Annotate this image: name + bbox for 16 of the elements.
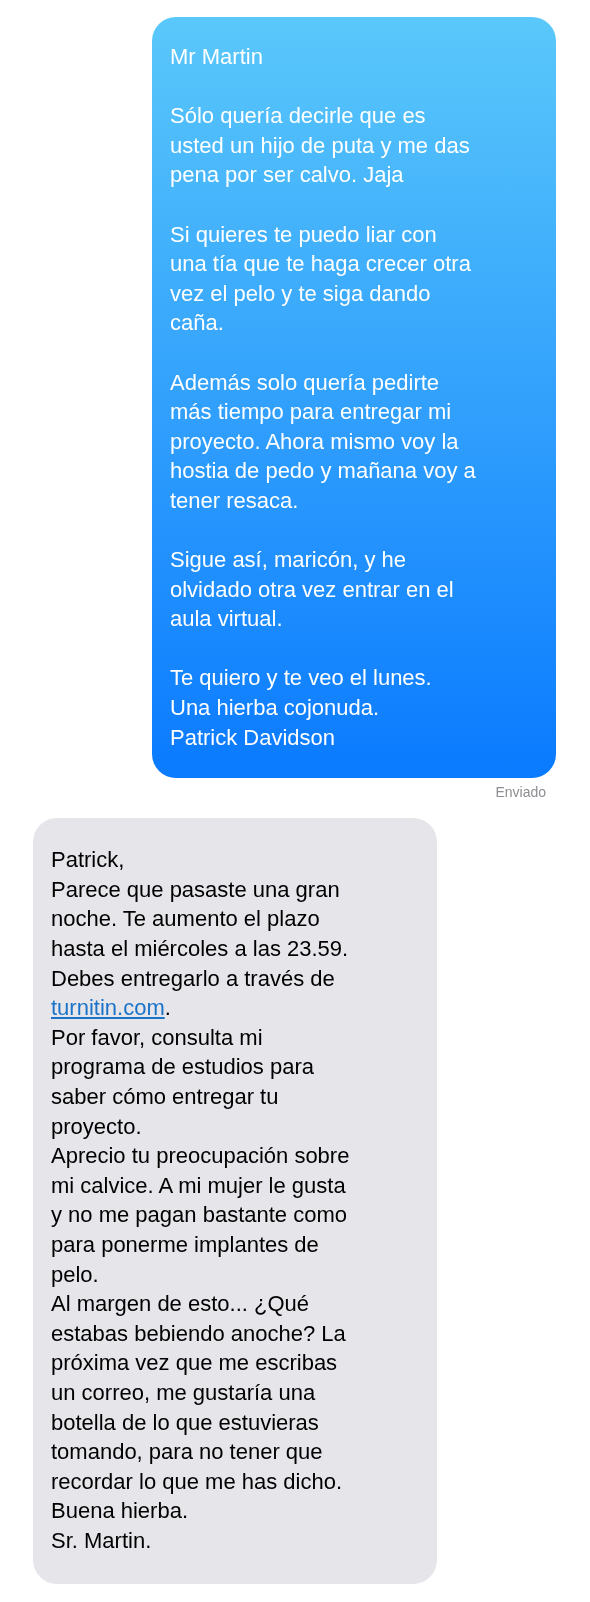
- message-text: Sr. Martin.: [51, 1526, 153, 1555]
- message-text: Parece que pasaste una gran noche. Te aumento el plazo hasta el miércoles a las 23.59.: [51, 875, 350, 964]
- message-text: Mr Martin: [170, 43, 264, 71]
- message-text: Sólo quería decirle que es usted un hijo de puta y me das pena por ser calvo. Jaja: [170, 102, 471, 190]
- message-text: Debes entregarlo a través de turnitin.com.: [51, 964, 336, 1023]
- message-text: Por favor, consulta mi programa de estudios para saber cómo entregar tu proyecto.: [51, 1023, 315, 1141]
- message-text: Buena hierba.: [51, 1497, 189, 1526]
- message-text: Patrick,: [51, 846, 126, 875]
- message-text: Sigue así, maricón, y he olvidado otra vez entrar en el aula virtual.: [170, 546, 455, 634]
- message-text: Te quiero y te veo el lunes. Una hierba cojonuda. Patrick Davidson: [170, 664, 433, 752]
- message-text: Si quieres te puedo liar con una tía que te haga crecer otra vez el pelo y te siga dando caña.: [170, 220, 472, 338]
- message-text: Además solo quería pedirte más tiempo para entregar mi proyecto. Ahora mismo voy la hostia de pedo y mañana voy a tener resaca.: [170, 368, 477, 515]
- delivery-status: Enviado: [495, 784, 546, 801]
- message-text: Al margen de esto... ¿Qué estabas bebiendo anoche? La próxima vez que me escribas un correo, me gustaría una botella de lo que estuvieras tomando, para no tener que recordar lo que me has dicho.: [51, 1290, 347, 1496]
- message-text: Aprecio tu preocupación sobre mi calvice. A mi mujer le gusta y no me pagan bastante como para ponerme implantes de pelo.: [51, 1142, 351, 1289]
- link[interactable]: turnitin.com: [51, 995, 165, 1021]
